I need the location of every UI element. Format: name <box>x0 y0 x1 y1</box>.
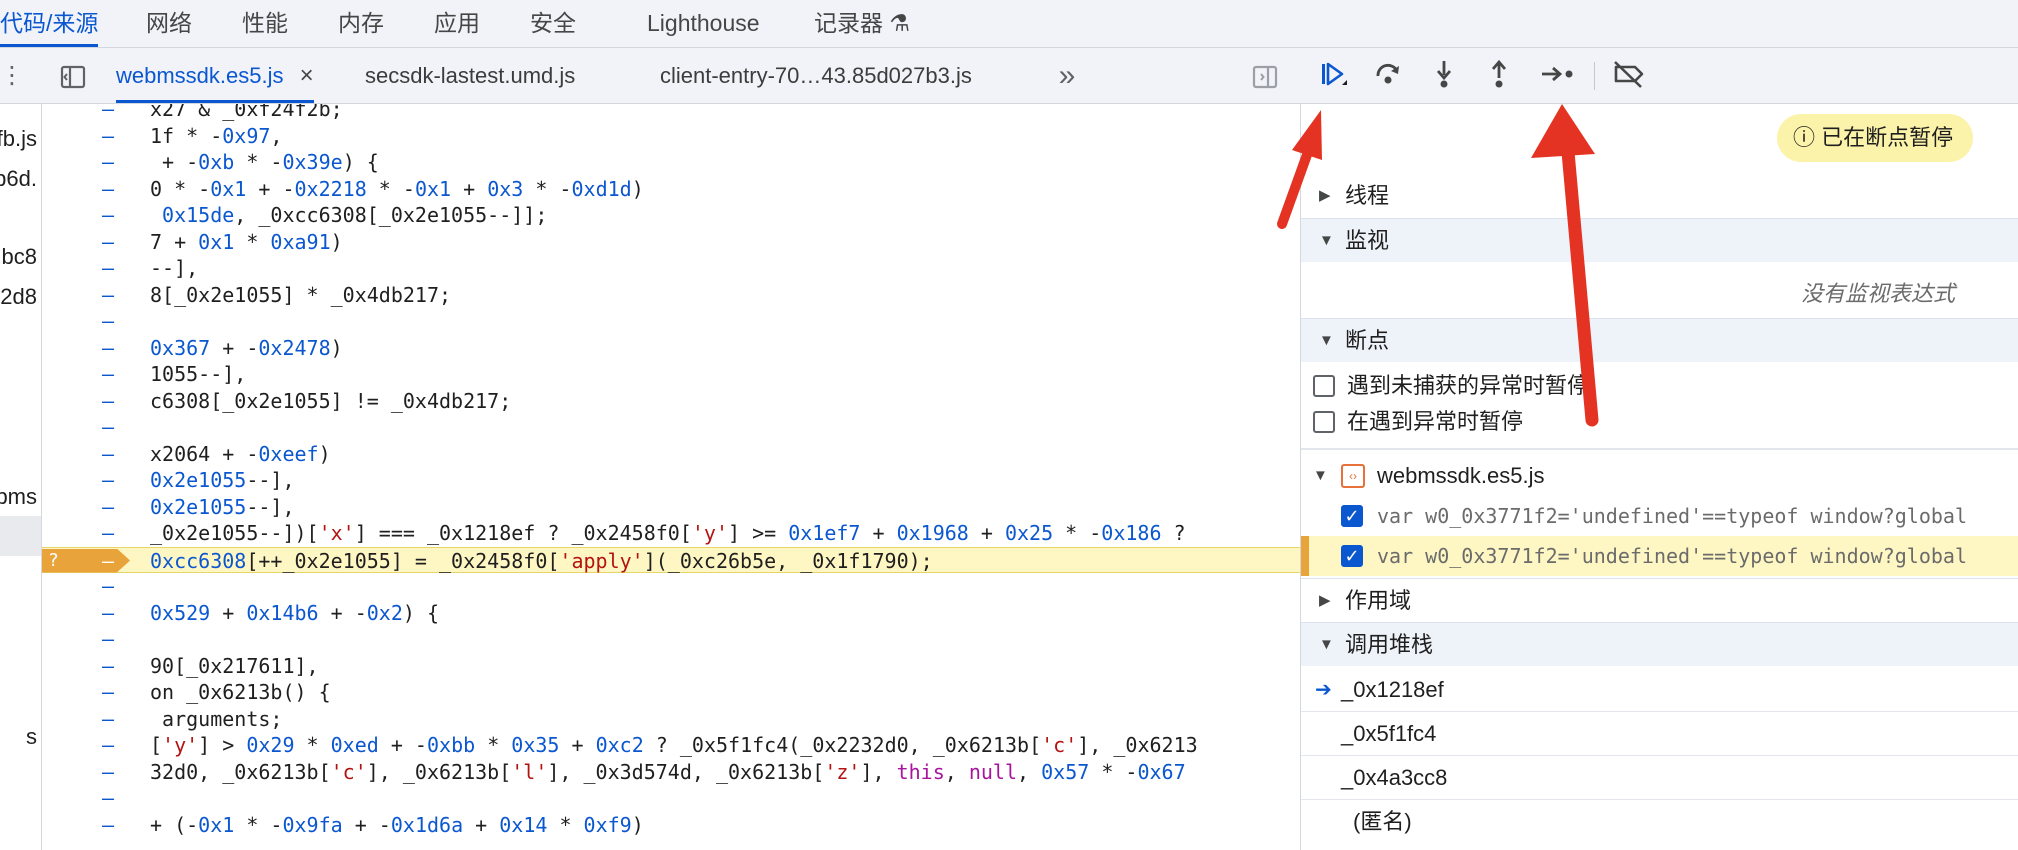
annotation-arrow-step <box>1531 104 1599 427</box>
annotation-arrows <box>1277 104 1599 427</box>
annotation-arrow-resume <box>1277 110 1322 229</box>
